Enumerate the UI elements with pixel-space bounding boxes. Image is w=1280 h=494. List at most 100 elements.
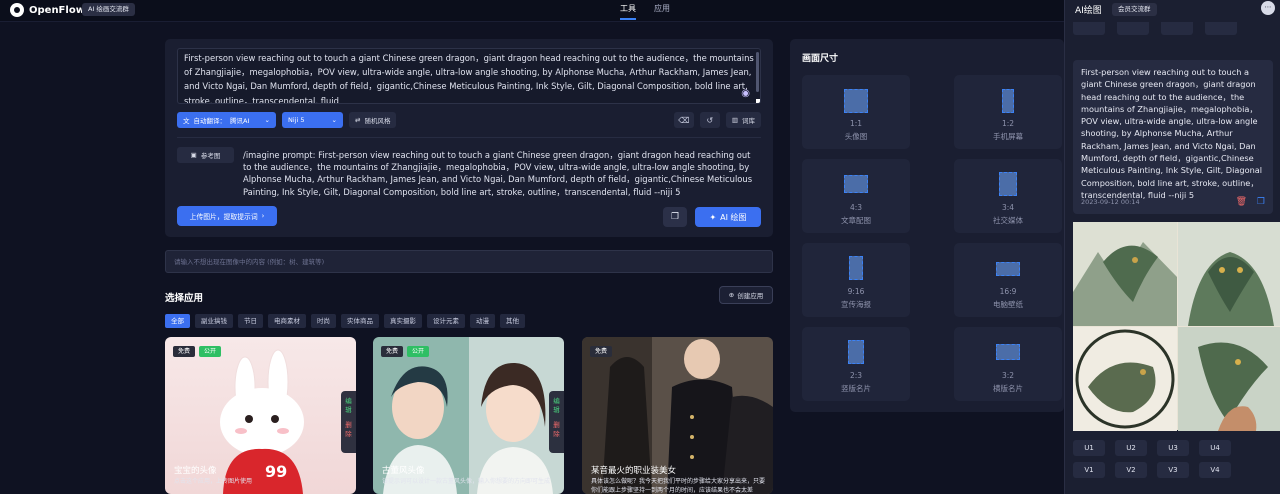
dragon-image-1[interactable] <box>1073 222 1177 326</box>
size-ratio: 4:3 <box>849 203 863 212</box>
dragon-image-3[interactable] <box>1073 327 1177 431</box>
upscale-4-button[interactable]: U4 <box>1199 440 1231 456</box>
filter-real-photo[interactable]: 真实摄影 <box>384 314 422 328</box>
size-panel: 画面尺寸 1:1 头像图 1:2 手机屏幕 4:3 文章配图 3:4 社交媒体 … <box>790 39 1064 412</box>
ratio-shape <box>999 172 1017 196</box>
upscale-2-button[interactable]: U2 <box>1115 440 1147 456</box>
trash-icon[interactable]: 🗑 <box>1236 197 1247 207</box>
prompt-panel: First-person view reaching out to touch … <box>165 39 773 237</box>
app-card[interactable]: 免费 某音最火的职业装美女 具体该怎么做呢？我今天把我们平时的步骤给大家分享出来… <box>582 337 773 494</box>
card-title: 古董风头像 <box>382 466 425 476</box>
size-name: 竖版名片 <box>841 384 871 393</box>
filter-other[interactable]: 其他 <box>500 314 525 328</box>
prompt-scrollbar[interactable] <box>756 52 759 92</box>
card-description: 点击这个应用，上传图片使用 <box>174 478 253 485</box>
copy-icon[interactable]: ❐ <box>663 207 687 227</box>
size-option-9-16[interactable]: 9:16 宣传海报 <box>802 243 910 317</box>
brand-logo[interactable]: OpenFlow <box>10 3 85 17</box>
variation-4-button[interactable]: V4 <box>1199 462 1231 478</box>
member-group-badge[interactable]: 会员交流群 <box>1112 3 1157 16</box>
filter-side-hustle[interactable]: 副业搞钱 <box>195 314 233 328</box>
card-tags: 免费 <box>590 346 613 357</box>
size-ratio: 1:1 <box>849 119 863 128</box>
filter-all[interactable]: 全部 <box>165 314 190 328</box>
card-tags: 免费 公开 <box>381 346 430 357</box>
nav-apps[interactable]: 应用 <box>654 3 670 20</box>
message-timestamp: 2023-09-12 00:14 <box>1081 198 1140 206</box>
ratio-shape <box>844 175 868 193</box>
ai-draw-panel: AI绘图 会员交流群 ⋯ First-person view reaching … <box>1064 0 1280 494</box>
size-name: 电脑壁纸 <box>993 300 1023 309</box>
upscale-1-button[interactable]: U1 <box>1073 440 1105 456</box>
ai-draw-button[interactable]: ✦ AI 绘图 <box>695 207 761 227</box>
sparkle-icon: ✦ <box>709 212 717 222</box>
upload-extract-button[interactable]: 上传图片，提取提示词 › <box>177 206 277 226</box>
nav-tools[interactable]: 工具 <box>620 3 636 20</box>
apps-title: 选择应用 <box>165 293 204 304</box>
eraser-icon[interactable]: ⌫ <box>673 112 694 128</box>
create-app-button[interactable]: ⊕ 创建应用 <box>719 286 773 304</box>
filter-fashion[interactable]: 时尚 <box>311 314 336 328</box>
reference-image-button[interactable]: ▣ 参考图 <box>177 147 234 163</box>
delete-button[interactable]: 删除 <box>345 421 353 439</box>
variation-3-button[interactable]: V3 <box>1157 462 1189 478</box>
public-tag: 公开 <box>407 346 430 357</box>
variation-1-button[interactable]: V1 <box>1073 462 1105 478</box>
size-option-4-3[interactable]: 4:3 文章配图 <box>802 159 910 233</box>
card-description: 该提示词可以设计一款古董风头像，输入你想要的方向即可生成 <box>382 478 551 485</box>
book-icon: ▥ <box>731 116 738 124</box>
size-option-3-4[interactable]: 3:4 社交媒体 <box>954 159 1062 233</box>
size-option-1-1[interactable]: 1:1 头像图 <box>802 75 910 149</box>
resize-handle[interactable] <box>756 99 760 103</box>
random-style-button[interactable]: ⇄ 随机风格 <box>349 112 397 128</box>
filter-ecommerce[interactable]: 电商素材 <box>268 314 306 328</box>
filter-design-elements[interactable]: 设计元素 <box>427 314 465 328</box>
size-ratio: 16:9 <box>999 287 1017 296</box>
previous-button-partial[interactable] <box>1073 22 1105 35</box>
variation-2-button[interactable]: V2 <box>1115 462 1147 478</box>
card-side-actions: 编辑 删除 <box>341 391 356 453</box>
ratio-shape <box>996 344 1020 360</box>
delete-button[interactable]: 删除 <box>553 421 561 439</box>
free-tag: 免费 <box>590 346 613 357</box>
translate-select[interactable]: 文 自动翻译： 腾讯AI ⌄ <box>177 112 276 128</box>
size-option-16-9[interactable]: 16:9 电脑壁纸 <box>954 243 1062 317</box>
size-ratio: 1:2 <box>1001 119 1015 128</box>
filter-anime[interactable]: 动漫 <box>470 314 495 328</box>
copy-icon[interactable]: ❐ <box>1257 197 1265 207</box>
app-card[interactable]: 免费 公开 编辑 删除 古董风头像 该提示词可以设计一款古董风头像，输入你想要的… <box>373 337 564 494</box>
group-badge[interactable]: AI 绘画交流群 <box>82 3 135 16</box>
chevron-right-icon: › <box>261 212 265 220</box>
robot-icon[interactable]: ◉ <box>741 87 750 101</box>
dragon-image-2[interactable] <box>1178 222 1280 326</box>
history-icon[interactable]: ↺ <box>699 112 720 128</box>
size-option-1-2[interactable]: 1:2 手机屏幕 <box>954 75 1062 149</box>
more-icon[interactable]: ⋯ <box>1261 1 1275 15</box>
filter-festival[interactable]: 节日 <box>238 314 263 328</box>
upscale-buttons: U1 U2 U3 U4 <box>1073 440 1231 456</box>
negative-prompt-input[interactable]: 请输入不想出现在图像中的内容 (例如：树、建筑等) <box>165 250 773 273</box>
previous-button-partial[interactable] <box>1205 22 1237 35</box>
edit-button[interactable]: 编辑 <box>345 397 353 415</box>
translate-label: 自动翻译： <box>193 117 227 125</box>
prompt-textarea[interactable]: First-person view reaching out to touch … <box>177 48 761 104</box>
size-name: 宣传海报 <box>841 300 871 309</box>
model-select[interactable]: Niji 5 ⌄ <box>282 112 343 128</box>
size-option-3-2[interactable]: 3:2 横版名片 <box>954 327 1062 401</box>
card-description: 具体该怎么做呢？我今天把我们平时的步骤给大家分享出来，只要你们能跟上步骤坚持一到… <box>591 478 766 494</box>
app-filters: 全部 副业搞钱 节日 电商素材 时尚 实体商品 真实摄影 设计元素 动漫 其他 <box>165 314 525 328</box>
plus-circle-icon: ⊕ <box>728 291 735 299</box>
dictionary-button[interactable]: ▥ 词库 <box>725 112 761 128</box>
random-style-label: 随机风格 <box>364 117 391 125</box>
dragon-image-4[interactable] <box>1178 327 1280 431</box>
upscale-3-button[interactable]: U3 <box>1157 440 1189 456</box>
size-name: 手机屏幕 <box>993 132 1023 141</box>
app-card[interactable]: 99 免费 公开 编辑 删除 宝宝的头像 点击这个应用，上传图片使用 <box>165 337 356 494</box>
previous-button-partial[interactable] <box>1161 22 1193 35</box>
previous-button-partial[interactable] <box>1117 22 1149 35</box>
result-image-grid[interactable] <box>1073 222 1280 431</box>
filter-physical-goods[interactable]: 实体商品 <box>341 314 379 328</box>
brand-name: OpenFlow <box>29 4 85 16</box>
size-option-2-3[interactable]: 2:3 竖版名片 <box>802 327 910 401</box>
edit-button[interactable]: 编辑 <box>553 397 561 415</box>
